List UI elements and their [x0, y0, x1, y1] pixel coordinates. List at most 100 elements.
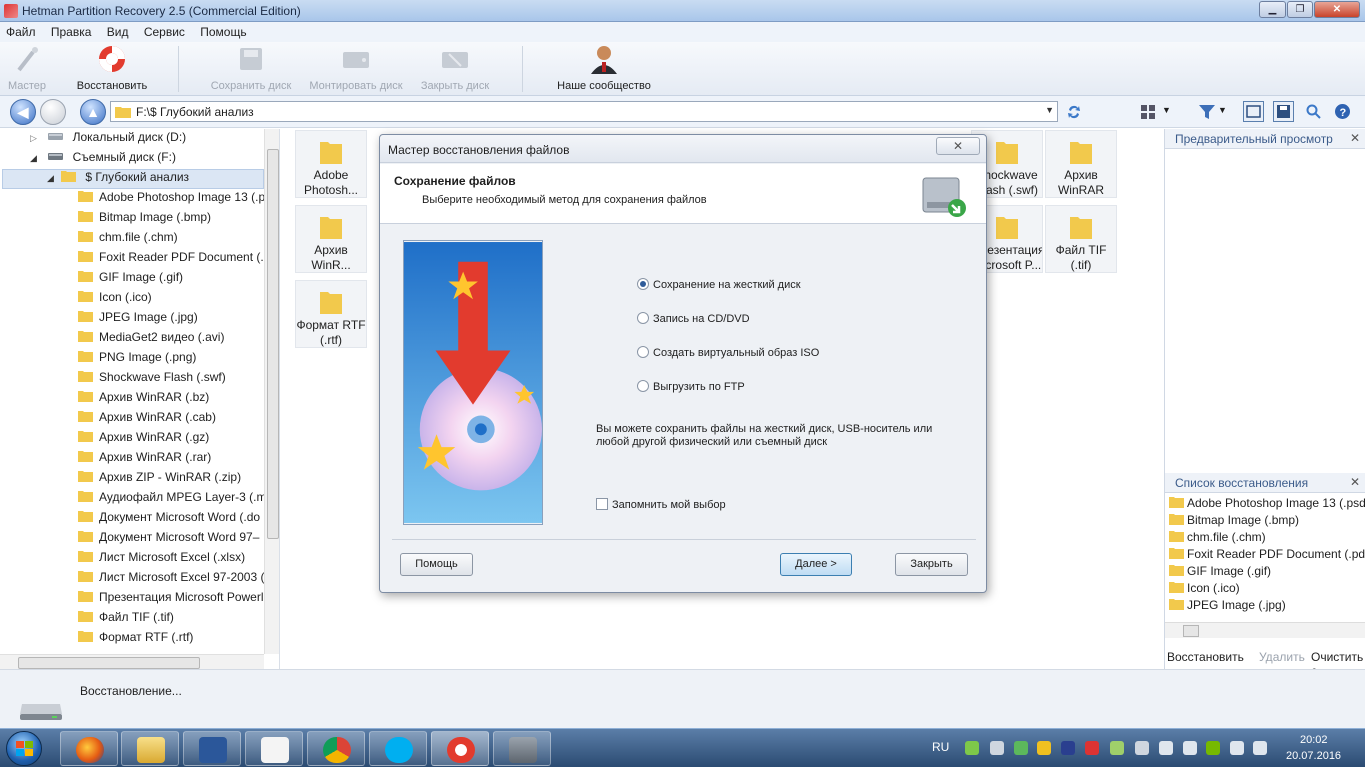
- save-view-icon[interactable]: [1273, 101, 1294, 122]
- restore-link[interactable]: Восстановить: [1167, 650, 1244, 664]
- taskbar-chrome[interactable]: [307, 731, 365, 766]
- tree-folder-item[interactable]: Shockwave Flash (.swf): [78, 370, 226, 390]
- tree-folder-item[interactable]: Архив WinRAR (.rar): [78, 450, 211, 470]
- help-button[interactable]: Помощь: [400, 553, 473, 576]
- tree-folder-item[interactable]: Архив WinRAR (.bz): [78, 390, 209, 410]
- warning-icon[interactable]: [1037, 741, 1051, 755]
- collapse-icon[interactable]: ◢: [47, 173, 54, 184]
- menu-edit[interactable]: Правка: [45, 22, 98, 39]
- tray-icon[interactable]: [1061, 741, 1075, 755]
- tree-folder-item[interactable]: Презентация Microsoft Powerl: [78, 590, 264, 610]
- recovery-list-item[interactable]: Foxit Reader PDF Document (.pdf): [1169, 547, 1365, 561]
- tree-folder-item[interactable]: Bitmap Image (.bmp): [78, 210, 211, 230]
- recovery-list-item[interactable]: Adobe Photoshop Image 13 (.psd): [1169, 496, 1365, 510]
- recovery-list-item[interactable]: Bitmap Image (.bmp): [1169, 513, 1299, 527]
- save-method-option[interactable]: Запись на CD/DVD: [637, 312, 750, 325]
- tree-folder-item[interactable]: chm.file (.chm): [78, 230, 178, 250]
- start-button[interactable]: [6, 731, 42, 766]
- tray-icon[interactable]: [990, 741, 1004, 755]
- help-icon[interactable]: ?: [1334, 103, 1351, 120]
- recovery-list-item[interactable]: JPEG Image (.jpg): [1169, 598, 1286, 612]
- taskbar-explorer[interactable]: [121, 731, 179, 766]
- back-button[interactable]: ◀: [10, 99, 36, 125]
- tree-folder-item[interactable]: Архив WinRAR (.gz): [78, 430, 209, 450]
- scroll-thumb[interactable]: [1183, 625, 1199, 637]
- forward-button[interactable]: [40, 99, 66, 125]
- radio-button[interactable]: [637, 380, 649, 392]
- tree-folder-item[interactable]: Лист Microsoft Excel 97-2003 (.: [78, 570, 268, 590]
- tree-node-deep-analysis[interactable]: ◢ $ Глубокий анализ: [2, 169, 264, 189]
- tree-vertical-scrollbar[interactable]: [264, 129, 279, 654]
- tray-icon[interactable]: [1206, 741, 1220, 755]
- tree-node-removable-disk[interactable]: ◢ Съемный диск (F:): [30, 150, 176, 170]
- close-button[interactable]: ✕: [1314, 1, 1360, 18]
- clock-time[interactable]: 20:02: [1300, 734, 1328, 746]
- tree-folder-item[interactable]: Архив ZIP - WinRAR (.zip): [78, 470, 241, 490]
- close-icon[interactable]: ✕: [1350, 131, 1360, 145]
- checkbox-box[interactable]: [596, 498, 608, 510]
- collapse-icon[interactable]: ◢: [30, 153, 37, 163]
- taskbar-font-app[interactable]: [245, 731, 303, 766]
- radio-button[interactable]: [637, 312, 649, 324]
- menu-service[interactable]: Сервис: [138, 22, 191, 39]
- address-input[interactable]: F:\$ Глубокий анализ ▼: [110, 101, 1058, 122]
- tree-folder-item[interactable]: PNG Image (.png): [78, 350, 196, 370]
- tree-folder-item[interactable]: Аудиофайл MPEG Layer-3 (.mp: [78, 490, 273, 510]
- refresh-icon[interactable]: [1066, 104, 1082, 120]
- panel-toggle-icon[interactable]: [1243, 101, 1264, 122]
- tree-folder-item[interactable]: Лист Microsoft Excel (.xlsx): [78, 550, 245, 570]
- save-method-option[interactable]: Выгрузить по FTP: [637, 380, 745, 393]
- taskbar-skype[interactable]: [369, 731, 427, 766]
- taskbar-word[interactable]: [183, 731, 241, 766]
- restore-button[interactable]: Восстановить: [70, 44, 154, 92]
- dialog-close-footer-button[interactable]: Закрыть: [895, 553, 968, 576]
- tray-icon[interactable]: [1014, 741, 1028, 755]
- save-disk-button[interactable]: Сохранить диск: [205, 44, 297, 92]
- tree-folder-item[interactable]: Файл TIF (.tif): [78, 610, 174, 630]
- taskbar-hetman-recovery[interactable]: [431, 731, 489, 766]
- address-dropdown-icon[interactable]: ▼: [1045, 105, 1054, 115]
- tile-folder[interactable]: Архив WinRAR (.bz): [1045, 130, 1117, 198]
- expand-icon[interactable]: ▷: [30, 133, 37, 143]
- close-icon[interactable]: ✕: [1350, 475, 1360, 489]
- view-grid-icon[interactable]: [1140, 104, 1156, 120]
- tray-icon[interactable]: [965, 741, 979, 755]
- tree-folder-item[interactable]: Архив WinRAR (.cab): [78, 410, 216, 430]
- volume-icon[interactable]: [1253, 741, 1267, 755]
- tile-folder[interactable]: Adobe Photosh...: [295, 130, 367, 198]
- tree-folder-item[interactable]: Документ Microsoft Word 97–: [78, 530, 259, 550]
- dialog-close-button[interactable]: ✕: [936, 137, 980, 155]
- maximize-button[interactable]: ❐: [1287, 1, 1313, 18]
- recovery-list-scrollbar[interactable]: [1165, 622, 1365, 638]
- taskbar-firefox[interactable]: [60, 731, 118, 766]
- minimize-button[interactable]: ▁: [1259, 1, 1286, 18]
- recovery-list-item[interactable]: GIF Image (.gif): [1169, 564, 1271, 578]
- save-method-option[interactable]: Сохранение на жесткий диск: [637, 278, 801, 291]
- tile-folder[interactable]: Архив WinR...: [295, 205, 367, 273]
- taskbar-disk-tool[interactable]: [493, 731, 551, 766]
- scroll-thumb[interactable]: [18, 657, 200, 669]
- wizard-button[interactable]: Мастер: [4, 44, 50, 92]
- tile-folder[interactable]: Файл TIF (.tif): [1045, 205, 1117, 273]
- tree-folder-item[interactable]: Adobe Photoshop Image 13 (.p: [78, 190, 265, 210]
- menu-help[interactable]: Помощь: [194, 22, 252, 39]
- tray-icon[interactable]: [1183, 741, 1197, 755]
- tile-folder[interactable]: Формат RTF (.rtf): [295, 280, 367, 348]
- clock-date[interactable]: 20.07.2016: [1286, 750, 1341, 762]
- radio-button[interactable]: [637, 278, 649, 290]
- tray-icon[interactable]: [1110, 741, 1124, 755]
- tree-folder-item[interactable]: Foxit Reader PDF Document (.p: [78, 250, 270, 270]
- tree-folder-item[interactable]: Icon (.ico): [78, 290, 152, 310]
- close-disk-button[interactable]: Закрыть диск: [414, 44, 496, 92]
- community-button[interactable]: Наше сообщество: [548, 44, 660, 92]
- tree-horizontal-scrollbar[interactable]: [0, 654, 264, 669]
- tree-folder-item[interactable]: GIF Image (.gif): [78, 270, 183, 290]
- search-icon[interactable]: [1306, 104, 1321, 119]
- tray-icon[interactable]: [1135, 741, 1149, 755]
- delete-link[interactable]: Удалить: [1259, 650, 1305, 664]
- tray-icon[interactable]: [1159, 741, 1173, 755]
- next-button[interactable]: Далее >: [780, 553, 852, 576]
- remember-choice-checkbox[interactable]: Запомнить мой выбор: [596, 498, 726, 511]
- network-icon[interactable]: [1230, 741, 1244, 755]
- tree-folder-item[interactable]: Документ Microsoft Word (.do: [78, 510, 260, 530]
